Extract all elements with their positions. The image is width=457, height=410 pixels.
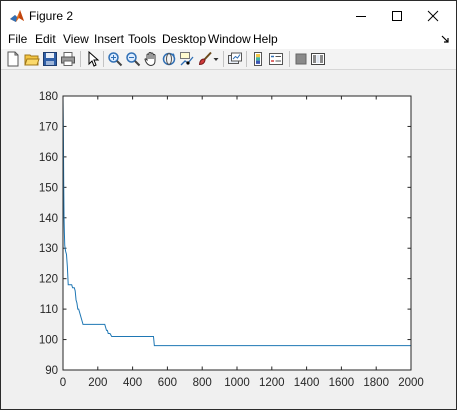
x-tick-label: 1200 — [259, 377, 285, 389]
insert-legend-icon[interactable] — [268, 51, 284, 67]
hide-plot-tools-icon[interactable] — [293, 51, 309, 67]
save-icon[interactable] — [42, 51, 58, 67]
brush-options-chevron-down-icon[interactable] — [212, 51, 220, 67]
maximize-icon — [392, 11, 402, 21]
x-tick-label: 1400 — [294, 377, 320, 389]
link-plot-icon[interactable] — [227, 51, 243, 67]
matlab-logo-icon — [10, 10, 24, 22]
x-tick-label: 2000 — [398, 377, 424, 389]
insert-colorbar-icon[interactable] — [250, 51, 266, 67]
y-tick-label: 150 — [39, 182, 58, 194]
close-icon — [427, 10, 439, 22]
edit-plot-pointer-icon[interactable] — [85, 51, 101, 67]
zoom-in-icon[interactable] — [107, 51, 123, 67]
pan-hand-icon[interactable] — [143, 51, 159, 67]
axes-background[interactable] — [63, 96, 411, 370]
menu-window[interactable]: Window — [208, 32, 251, 46]
toolbar-separator — [80, 51, 81, 67]
show-plot-tools-icon[interactable] — [310, 51, 326, 67]
minimize-icon — [356, 16, 366, 17]
line-chart[interactable]: 0 200 400 600 800 1000 1200 1400 1600 1800 2000 90 1… — [1, 70, 456, 409]
toolbar-separator — [103, 51, 104, 67]
brush-icon[interactable] — [197, 51, 213, 67]
figure-window: Figure 2 File Edit View Insert Tools Des… — [0, 0, 457, 410]
toolbar-separator — [223, 51, 224, 67]
menu-desktop[interactable]: Desktop — [162, 32, 206, 46]
x-tick-label: 0 — [60, 377, 66, 389]
menu-view[interactable]: View — [63, 32, 89, 46]
minimize-button[interactable] — [343, 1, 379, 31]
rotate-3d-icon[interactable] — [161, 51, 177, 67]
window-title: Figure 2 — [29, 9, 74, 23]
toolbar-separator — [289, 51, 290, 67]
y-tick-label: 170 — [39, 121, 58, 133]
open-file-icon[interactable] — [24, 51, 40, 67]
x-tick-label: 600 — [158, 377, 177, 389]
close-button[interactable] — [415, 1, 451, 31]
menu-file[interactable]: File — [8, 32, 27, 46]
y-tick-label: 120 — [39, 274, 58, 286]
x-tick-label: 800 — [193, 377, 212, 389]
y-tick-label: 140 — [39, 213, 58, 225]
menu-bar: File Edit View Insert Tools Desktop Wind… — [1, 31, 456, 49]
title-bar[interactable]: Figure 2 — [1, 1, 456, 31]
y-tick-label: 180 — [39, 91, 58, 103]
print-icon[interactable] — [60, 51, 76, 67]
figure-canvas[interactable]: 0 200 400 600 800 1000 1200 1400 1600 1800 2000 90 1… — [1, 70, 456, 409]
menu-help[interactable]: Help — [253, 32, 278, 46]
y-tick-label: 110 — [40, 304, 58, 316]
x-tick-label: 1600 — [329, 377, 355, 389]
menu-insert[interactable]: Insert — [94, 32, 124, 46]
figure-toolbar — [1, 49, 456, 70]
toolbar-separator — [246, 51, 247, 67]
x-tick-label: 200 — [88, 377, 107, 389]
y-tick-label: 100 — [39, 335, 58, 347]
y-tick-label: 130 — [39, 243, 58, 255]
zoom-out-icon[interactable] — [125, 51, 141, 67]
dock-figure-icon[interactable] — [440, 34, 450, 44]
x-tick-label: 400 — [123, 377, 142, 389]
x-tick-label: 1800 — [363, 377, 389, 389]
menu-edit[interactable]: Edit — [35, 32, 56, 46]
new-figure-icon[interactable] — [5, 51, 21, 67]
y-tick-label: 160 — [39, 152, 58, 164]
x-tick-label: 1000 — [224, 377, 250, 389]
y-tick-label: 90 — [45, 365, 58, 377]
menu-tools[interactable]: Tools — [128, 32, 156, 46]
maximize-button[interactable] — [379, 1, 415, 31]
data-cursor-icon[interactable] — [179, 51, 195, 67]
